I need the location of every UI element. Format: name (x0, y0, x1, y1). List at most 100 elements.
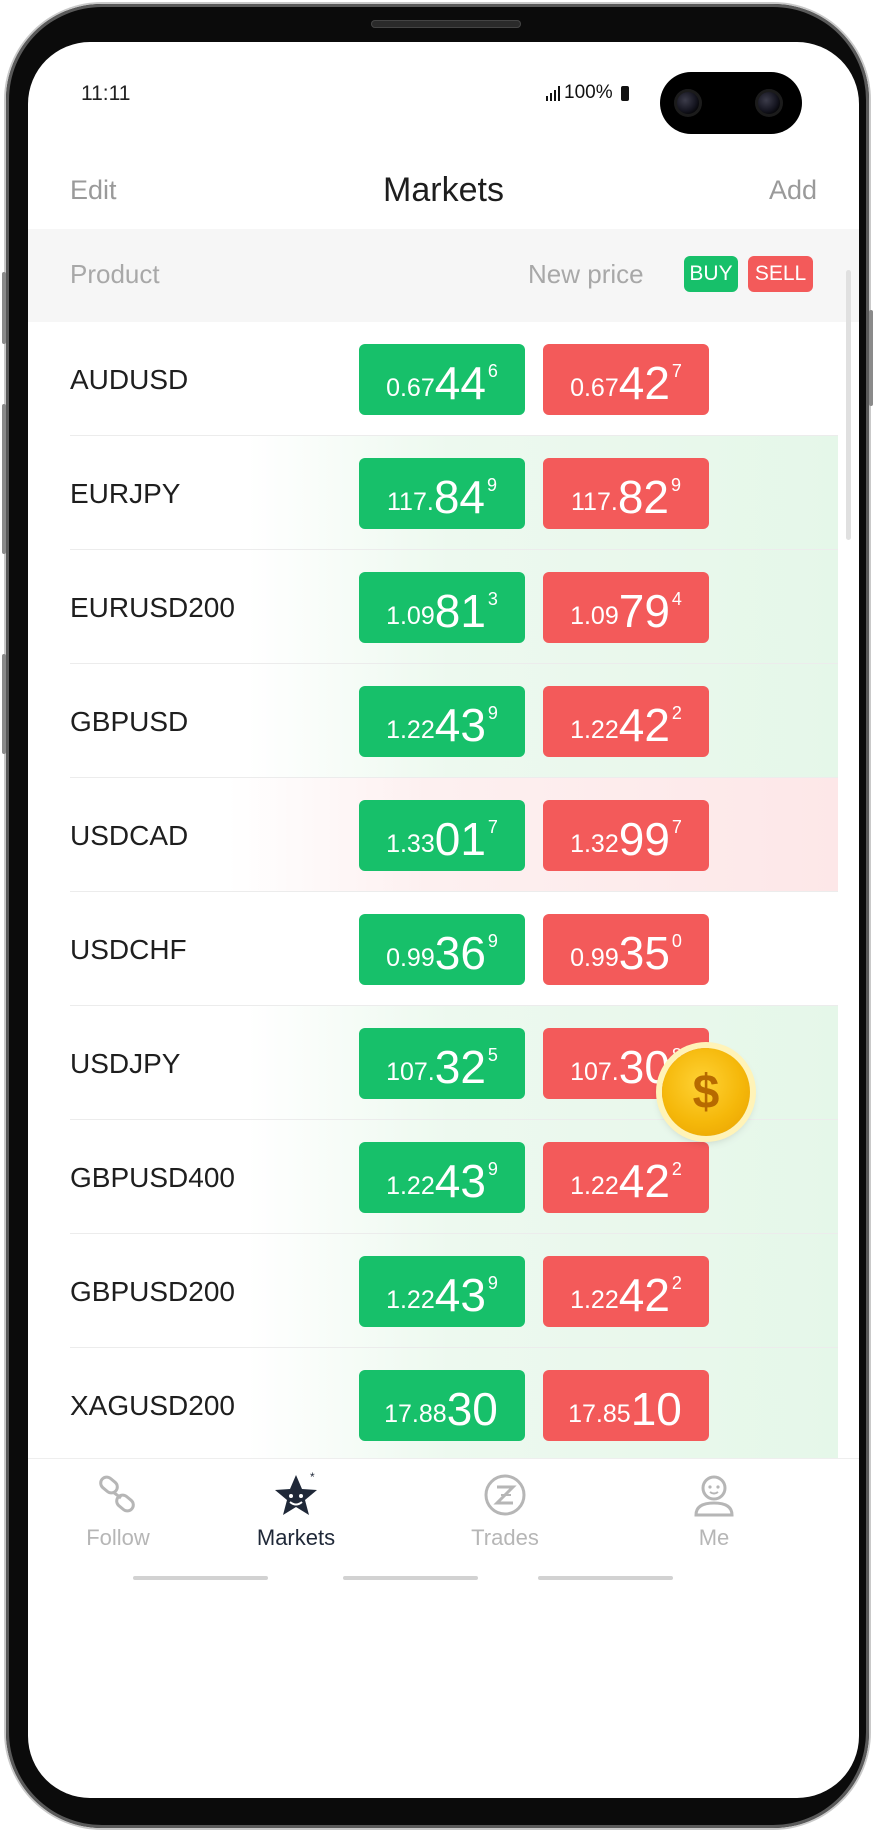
buy-price-button[interactable]: 107. 32 5 (359, 1028, 525, 1099)
symbol-name: EURUSD200 (70, 592, 235, 623)
dollar-symbol: $ (692, 1065, 720, 1119)
sell-price-button[interactable]: 1.22 42 2 (543, 1142, 709, 1213)
battery-icon (620, 85, 629, 101)
price-fraction: 2 (671, 703, 682, 723)
buy-price-button[interactable]: 1.22 43 9 (359, 1256, 525, 1327)
sell-price-button[interactable]: 1.09 79 4 (543, 572, 709, 643)
buy-price-button[interactable]: 1.22 43 9 (359, 686, 525, 757)
price-prefix: 1.22 (570, 1286, 619, 1314)
product-column-header: Product (70, 259, 160, 289)
sell-price-button[interactable]: 1.32 99 7 (543, 800, 709, 871)
market-row[interactable]: AUDUSD 0.67 44 6 0.67 42 7 (28, 322, 859, 436)
price-prefix: 0.99 (386, 944, 435, 972)
buy-price-button[interactable]: 117. 84 9 (359, 458, 525, 529)
price-pips: 35 (618, 927, 670, 979)
market-row[interactable]: USDCHF 0.99 36 9 0.99 35 0 (28, 892, 859, 1006)
price-prefix: 1.09 (570, 602, 619, 630)
star-face-icon: * (275, 1471, 317, 1515)
tab-me[interactable]: Me (624, 1459, 804, 1555)
price-fraction: 9 (486, 475, 497, 495)
symbol-name: USDCHF (70, 934, 187, 965)
price-pips: 30 (446, 1383, 498, 1435)
svg-text:*: * (310, 1471, 315, 1484)
market-row[interactable]: EURJPY 117. 84 9 117. 82 9 (28, 436, 859, 550)
price-pips: 43 (434, 1269, 486, 1321)
price-prefix: 17.88 (384, 1400, 447, 1428)
buy-price-button[interactable]: 0.99 36 9 (359, 914, 525, 985)
market-row[interactable]: GBPUSD400 1.22 43 9 1.22 42 2 (28, 1120, 859, 1234)
market-row[interactable]: GBPUSD 1.22 43 9 1.22 42 2 (28, 664, 859, 778)
price-prefix: 1.32 (570, 830, 619, 858)
buy-price-button[interactable]: 17.88 30 (359, 1370, 525, 1441)
add-button[interactable]: Add (769, 175, 817, 206)
sell-price-button[interactable]: 1.22 42 2 (543, 686, 709, 757)
market-row[interactable]: XAGUSD200 17.88 30 17.85 10 (28, 1348, 859, 1462)
buy-price-button[interactable]: 1.22 43 9 (359, 1142, 525, 1213)
price-prefix: 0.67 (386, 374, 435, 402)
price-fraction: 9 (487, 931, 498, 951)
symbol-name: USDJPY (70, 1048, 181, 1079)
price-prefix: 117. (387, 488, 434, 516)
price-pips: 42 (618, 699, 670, 751)
signal-icon (546, 85, 560, 101)
sell-price-button[interactable]: 1.22 42 2 (543, 1256, 709, 1327)
price-fraction: 9 (487, 1159, 498, 1179)
tab-follow[interactable]: Follow (28, 1459, 208, 1555)
price-pips: 42 (618, 357, 670, 409)
camera-lens-icon (755, 89, 783, 117)
price-prefix: 1.22 (386, 716, 435, 744)
tab-markets[interactable]: * Markets (206, 1459, 386, 1555)
sell-price-button[interactable]: 0.67 42 7 (543, 344, 709, 415)
price-fraction: 7 (487, 817, 498, 837)
price-prefix: 17.85 (568, 1400, 631, 1428)
price-fraction: 7 (671, 361, 682, 381)
nav-header: Edit Markets Add (28, 147, 859, 227)
buy-price-button[interactable]: 1.33 01 7 (359, 800, 525, 871)
scrollbar[interactable] (846, 270, 851, 540)
screen: 11:11 100% Edit Markets Add Product New … (28, 42, 859, 1798)
symbol-name: GBPUSD400 (70, 1162, 235, 1193)
price-prefix: 1.33 (386, 830, 435, 858)
dollar-coin-icon[interactable]: $ (662, 1048, 750, 1136)
market-row[interactable]: USDCAD 1.33 01 7 1.32 99 7 (28, 778, 859, 892)
tab-label: Follow (86, 1525, 150, 1550)
buy-price-button[interactable]: 0.67 44 6 (359, 344, 525, 415)
price-prefix: 117. (571, 488, 618, 516)
status-time: 11:11 (81, 82, 131, 105)
battery-percent: 100% (564, 82, 613, 103)
sell-price-button[interactable]: 0.99 35 0 (543, 914, 709, 985)
price-prefix: 1.22 (386, 1286, 435, 1314)
price-fraction: 7 (671, 817, 682, 837)
status-bar: 11:11 100% (28, 42, 859, 134)
camera-lens-icon (674, 89, 702, 117)
tab-label: Me (698, 1525, 730, 1550)
price-prefix: 0.99 (570, 944, 619, 972)
price-prefix: 107. (386, 1058, 435, 1086)
table-header: Product New price BUY SELL (28, 229, 859, 322)
price-fraction: 6 (487, 361, 498, 381)
price-fraction: 2 (671, 1159, 682, 1179)
price-pips: 10 (630, 1383, 682, 1435)
price-fraction: 9 (670, 475, 681, 495)
market-row[interactable]: EURUSD200 1.09 81 3 1.09 79 4 (28, 550, 859, 664)
price-pips: 84 (433, 471, 485, 523)
price-prefix: 0.67 (570, 374, 619, 402)
nav-bar-right (538, 1576, 673, 1580)
sell-price-button[interactable]: 117. 82 9 (543, 458, 709, 529)
tab-trades[interactable]: Trades (415, 1459, 595, 1555)
symbol-name: EURJPY (70, 478, 181, 509)
price-pips: 44 (434, 357, 486, 409)
price-pips: 82 (617, 471, 669, 523)
sell-price-button[interactable]: 17.85 10 (543, 1370, 709, 1441)
price-prefix: 1.22 (570, 716, 619, 744)
tab-label: Markets (256, 1525, 336, 1550)
symbol-name: USDCAD (70, 820, 189, 851)
price-pips: 79 (618, 585, 670, 637)
link-icon (99, 1475, 135, 1513)
market-list: AUDUSD 0.67 44 6 0.67 42 7 EURJPY 117. 84 9 11… (28, 322, 859, 1462)
page-title: Markets (383, 171, 504, 209)
market-row[interactable]: GBPUSD200 1.22 43 9 1.22 42 2 (28, 1234, 859, 1348)
tab-label: Trades (471, 1525, 539, 1550)
buy-price-button[interactable]: 1.09 81 3 (359, 572, 525, 643)
symbol-name: XAGUSD200 (70, 1390, 235, 1421)
